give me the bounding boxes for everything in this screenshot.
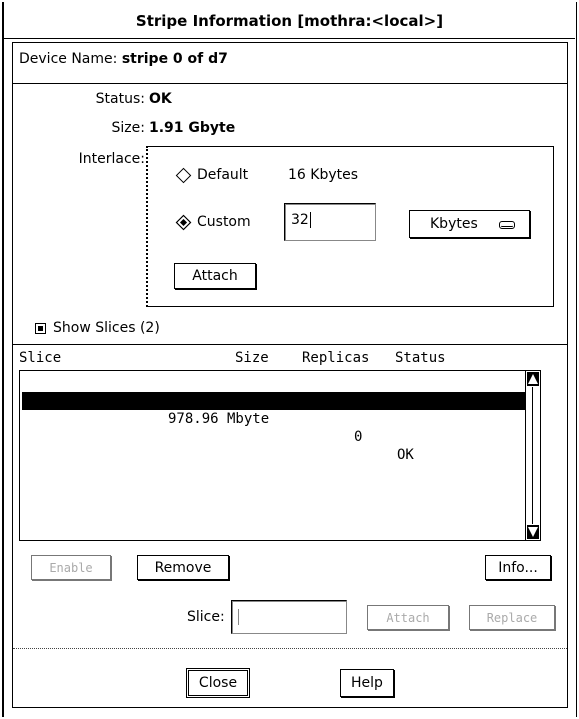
- custom-interlace-input[interactable]: 32: [284, 203, 376, 241]
- custom-radio-icon[interactable]: [175, 214, 192, 230]
- slice-list[interactable]: c2t0d0s2 978.96 Mbyte 0 OK c2t2d0s2 978.…: [19, 370, 541, 541]
- replace-button[interactable]: Replace: [469, 605, 555, 630]
- close-button[interactable]: Close: [186, 668, 250, 698]
- device-name-value: stripe 0 of d7: [121, 51, 228, 67]
- default-value: 16 Kbytes: [288, 167, 359, 183]
- col-header-replicas: Replicas: [302, 350, 370, 366]
- scroll-up-arrow-icon[interactable]: [527, 372, 539, 386]
- show-slices-toggle[interactable]: Show Slices (2): [35, 320, 160, 336]
- scrollbar-track: [532, 387, 533, 524]
- slice-input[interactable]: [231, 600, 347, 634]
- help-button[interactable]: Help: [340, 669, 394, 697]
- slice-row[interactable]: c2t0d0s2 978.96 Mbyte 0 OK: [22, 374, 528, 463]
- stripe-info-window: Stripe Information [mothra:<local>] Devi…: [0, 0, 579, 719]
- dialog-body: Device Name: stripe 0 of d7 Status: OK S…: [12, 42, 568, 708]
- text-cursor: [309, 212, 311, 228]
- show-slices-label: Show Slices (2): [53, 320, 160, 336]
- unit-dropdown-value: Kbytes: [430, 216, 478, 232]
- enable-button[interactable]: Enable: [31, 555, 111, 580]
- show-slices-checkbox[interactable]: [35, 322, 46, 334]
- text-cursor: [238, 609, 239, 625]
- interlace-label: Interlace:: [78, 151, 145, 167]
- col-header-slice: Slice: [19, 350, 62, 366]
- window-title: Stripe Information [mothra:<local>]: [4, 4, 575, 39]
- slice-row-selected[interactable]: c2t2d0s2 978.96 Mbyte 0 OK: [22, 392, 528, 481]
- slice-field-label: Slice:: [187, 609, 225, 625]
- dropdown-menu-icon: [499, 221, 515, 229]
- footer-divider: [13, 648, 567, 649]
- status-value: OK: [149, 91, 172, 107]
- interlace-group: Default 16 Kbytes Custom 32 Kbytes Attac…: [146, 146, 554, 307]
- slice-list-scrollbar[interactable]: [525, 371, 540, 540]
- size-value: 1.91 Gbyte: [149, 120, 236, 136]
- col-header-status: Status: [395, 350, 446, 366]
- remove-button[interactable]: Remove: [137, 555, 229, 580]
- custom-option-label: Custom: [197, 214, 251, 230]
- interlace-attach-button[interactable]: Attach: [174, 263, 256, 289]
- device-name-row: Device Name: stripe 0 of d7: [19, 51, 228, 67]
- unit-dropdown[interactable]: Kbytes: [409, 210, 530, 238]
- col-header-size: Size: [235, 350, 269, 366]
- status-label: Status:: [95, 91, 145, 107]
- info-button[interactable]: Info...: [485, 555, 551, 580]
- device-name-label: Device Name:: [19, 51, 118, 67]
- custom-option[interactable]: Custom: [175, 214, 251, 230]
- slice-attach-button[interactable]: Attach: [367, 605, 449, 630]
- device-divider: [13, 83, 567, 84]
- size-label: Size:: [111, 120, 145, 136]
- default-option[interactable]: Default: [175, 167, 249, 183]
- default-option-label: Default: [197, 167, 249, 183]
- slices-divider: [13, 344, 567, 345]
- scroll-down-arrow-icon[interactable]: [527, 525, 539, 539]
- default-radio-icon[interactable]: [175, 167, 192, 183]
